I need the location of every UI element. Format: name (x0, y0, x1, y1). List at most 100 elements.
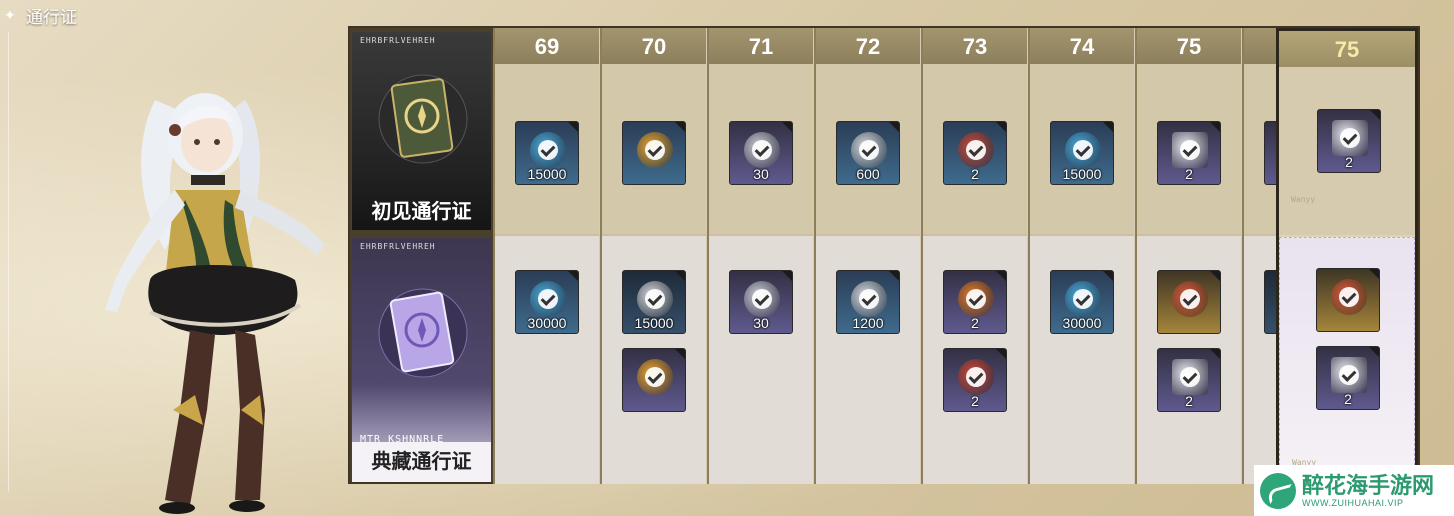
reward-item[interactable]: 2 (1157, 121, 1221, 185)
reward-item[interactable]: 30 (729, 121, 793, 185)
reward-quantity: 1200 (852, 315, 884, 331)
gold-potion-icon (637, 132, 673, 168)
item-corner (996, 122, 1006, 132)
item-corner (675, 271, 685, 281)
basic-reward-slot: 2 (923, 64, 1027, 234)
collector-reward-slot: 30 (709, 234, 813, 484)
orange-orb-icon (958, 281, 994, 317)
collector-reward-slot (1244, 234, 1276, 484)
character-illustration (105, 93, 325, 514)
level-column: 69 15000 30000 (493, 28, 599, 484)
reward-item[interactable]: 2 (1317, 109, 1381, 173)
currency-chip-icon (1065, 132, 1101, 168)
level-number: 73 (923, 28, 1027, 70)
reward-item[interactable] (1264, 270, 1276, 334)
preview-level-header: 75 (1279, 31, 1415, 73)
level-column: 7 (1242, 28, 1276, 484)
collector-reward-slot: 1200 (816, 234, 920, 484)
reward-item[interactable]: 1200 (836, 270, 900, 334)
claimed-check-icon (538, 289, 558, 309)
basic-reward-slot: 30 (709, 64, 813, 234)
reward-item[interactable]: 15000 (622, 270, 686, 334)
red-medal-icon (1331, 279, 1367, 315)
silver-crystal-icon (744, 132, 780, 168)
claimed-check-icon (1073, 289, 1093, 309)
currency-chip-icon (1065, 281, 1101, 317)
claimed-check-icon (1339, 365, 1359, 385)
reward-item[interactable] (622, 121, 686, 185)
item-corner (889, 271, 899, 281)
reward-track[interactable]: 69 15000 30000 70 15000 71 30 30 72 600 1200 73 2 2 2 7… (493, 28, 1276, 484)
basic-reward-slot: 600 (816, 64, 920, 234)
pass-tier-column: EHRBFRLVEHREH 初见通行证 EHRBFRLVEHREH MTR KS… (350, 28, 493, 484)
item-corner (996, 271, 1006, 281)
reward-item[interactable]: 30000 (515, 270, 579, 334)
claimed-check-icon (645, 140, 665, 160)
item-corner (996, 349, 1006, 359)
reward-quantity: 30000 (527, 315, 567, 331)
reward-quantity: 15000 (1062, 166, 1102, 182)
silver-coin-icon (851, 132, 887, 168)
reward-item[interactable]: 2 (943, 121, 1007, 185)
silver-coin-icon (851, 281, 887, 317)
reward-item[interactable]: 2 (1316, 346, 1380, 410)
item-corner (675, 349, 685, 359)
basic-reward-slot (1244, 64, 1276, 234)
star-emblem-icon: ✦ (4, 7, 16, 23)
currency-chip-icon (530, 132, 566, 168)
claimed-check-icon (645, 289, 665, 309)
item-corner (568, 271, 578, 281)
gold-potion-icon (637, 359, 673, 395)
collector-reward-slot: 30000 (1030, 234, 1134, 484)
gem-chest-icon (1332, 120, 1368, 156)
item-corner (568, 122, 578, 132)
red-gem-icon (958, 359, 994, 395)
level-number: 72 (816, 28, 920, 70)
basic-reward-slot: 2 (1137, 64, 1241, 234)
level-number: 70 (602, 28, 706, 70)
page-header: ✦ 通行证 (0, 0, 77, 30)
reward-item[interactable] (1316, 268, 1380, 332)
reward-item[interactable] (1264, 121, 1276, 185)
red-medal-icon (1172, 281, 1208, 317)
claimed-check-icon (1180, 367, 1200, 387)
level-number: 75 (1137, 28, 1241, 70)
level-column: 75 2 2 (1135, 28, 1241, 484)
reward-item[interactable]: 15000 (515, 121, 579, 185)
reward-item[interactable]: 600 (836, 121, 900, 185)
reward-item[interactable]: 2 (1157, 348, 1221, 412)
battle-pass-panel: EHRBFRLVEHREH 初见通行证 EHRBFRLVEHREH MTR KS… (348, 26, 1420, 484)
item-corner (1210, 122, 1220, 132)
basic-pass-card[interactable]: EHRBFRLVEHREH 初见通行证 (352, 32, 491, 230)
level-column: 72 600 1200 (814, 28, 920, 484)
reward-item[interactable]: 30000 (1050, 270, 1114, 334)
reward-item[interactable] (1157, 270, 1221, 334)
claimed-check-icon (752, 289, 772, 309)
collector-reward-slot: 30000 (495, 234, 599, 484)
claimed-check-icon (1180, 289, 1200, 309)
watermark-url: WWW.ZUIHUAHAI.VIP (1302, 497, 1404, 508)
reward-item[interactable]: 2 (943, 348, 1007, 412)
site-logo-icon (1260, 472, 1296, 509)
item-corner (1210, 271, 1220, 281)
claimed-check-icon (752, 140, 772, 160)
claimed-check-icon (859, 140, 879, 160)
reward-item[interactable]: 30 (729, 270, 793, 334)
claimed-check-icon (966, 367, 986, 387)
item-corner (889, 122, 899, 132)
reward-item[interactable]: 15000 (1050, 121, 1114, 185)
red-gem-icon (958, 132, 994, 168)
gem-chest-icon (1331, 357, 1367, 393)
level-number: 7 (1244, 28, 1276, 64)
reward-item[interactable]: 2 (943, 270, 1007, 334)
item-corner (1370, 110, 1380, 120)
item-corner (1103, 271, 1113, 281)
level-column: 74 15000 30000 (1028, 28, 1134, 484)
gem-chest-icon (1172, 359, 1208, 395)
reward-item[interactable] (622, 348, 686, 412)
reward-quantity: 600 (856, 166, 880, 182)
item-corner (782, 271, 792, 281)
level-number: 71 (709, 28, 813, 70)
collector-pass-card[interactable]: EHRBFRLVEHREH MTR KSHNNRLE 典藏通行证 (352, 238, 491, 482)
claimed-check-icon (538, 140, 558, 160)
